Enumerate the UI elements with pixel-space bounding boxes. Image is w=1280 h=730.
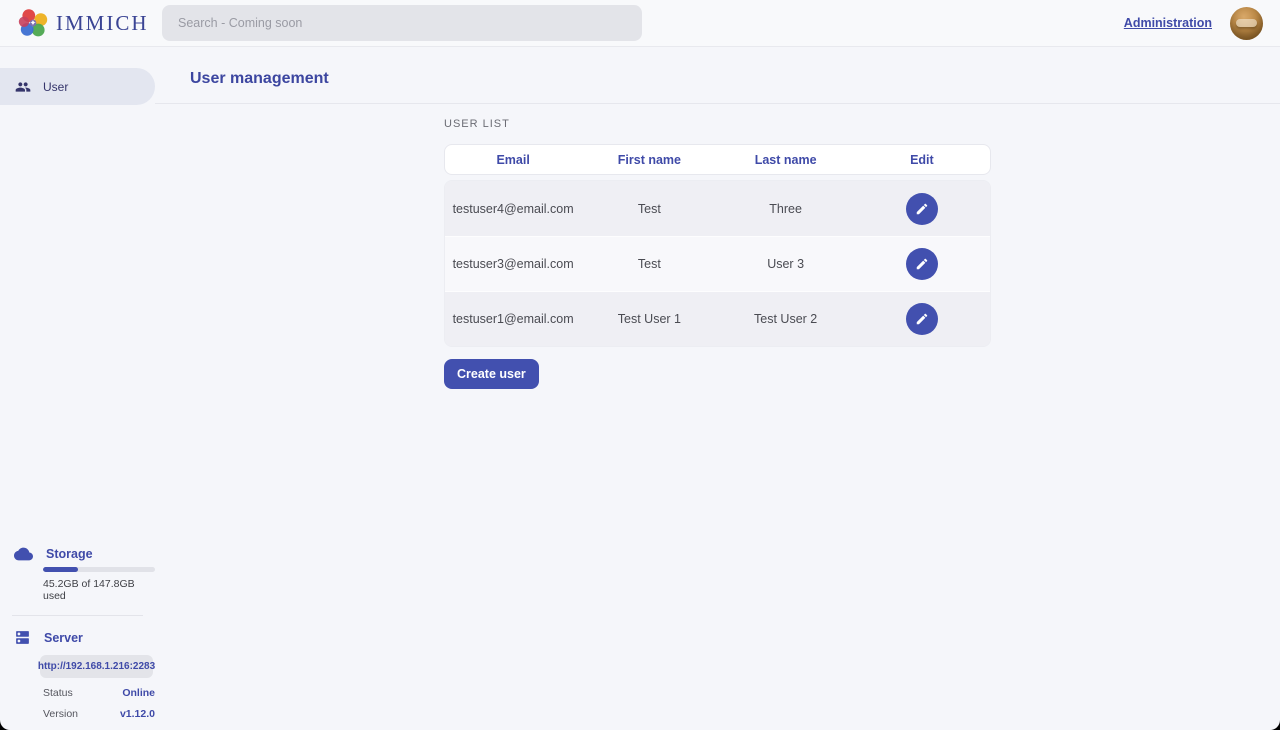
- cell-last-name: User 3: [718, 257, 854, 271]
- sidebar-divider: [12, 615, 143, 616]
- table-row: testuser3@email.com Test User 3: [445, 236, 990, 291]
- server-url-badge: http://192.168.1.216:2283: [40, 655, 153, 678]
- sidebar-bottom: Storage 45.2GB of 147.8GB used Server ht…: [0, 547, 155, 720]
- topbar-right: Administration: [1124, 7, 1280, 40]
- version-label: Version: [43, 708, 78, 720]
- top-bar: ✦ IMMICH Administration: [0, 0, 1280, 47]
- server-status-row: Status Online: [43, 687, 155, 699]
- storage-progress-bar: [43, 567, 155, 572]
- column-header-edit: Edit: [854, 153, 990, 167]
- page-title: User management: [190, 70, 329, 87]
- cell-email: testuser1@email.com: [445, 312, 581, 326]
- pencil-icon: [915, 257, 929, 271]
- server-icon: [14, 629, 31, 646]
- user-list-section: USER LIST Email First name Last name Edi…: [444, 118, 991, 389]
- edit-user-button[interactable]: [906, 193, 938, 225]
- edit-user-button[interactable]: [906, 303, 938, 335]
- administration-link[interactable]: Administration: [1124, 16, 1212, 30]
- cell-last-name: Three: [718, 202, 854, 216]
- cell-first-name: Test: [581, 257, 717, 271]
- status-label: Status: [43, 687, 73, 699]
- immich-flower-icon: ✦: [18, 8, 48, 38]
- column-header-last-name: Last name: [718, 153, 854, 167]
- cloud-icon: [14, 547, 33, 561]
- user-avatar[interactable]: [1230, 7, 1263, 40]
- app-logo[interactable]: ✦ IMMICH: [0, 8, 162, 38]
- server-version-row: Version v1.12.0: [43, 708, 155, 720]
- edit-user-button[interactable]: [906, 248, 938, 280]
- storage-progress-fill: [43, 567, 78, 572]
- page: ✦ IMMICH Administration User: [0, 0, 1280, 730]
- svg-text:✦: ✦: [30, 19, 37, 28]
- storage-usage-text: 45.2GB of 147.8GB used: [43, 578, 155, 602]
- sidebar-item-user[interactable]: User: [0, 68, 155, 105]
- status-value: Online: [122, 687, 155, 699]
- storage-section-header: Storage: [0, 547, 155, 561]
- version-value: v1.12.0: [120, 708, 155, 720]
- cell-edit: [854, 303, 990, 335]
- cell-first-name: Test: [581, 202, 717, 216]
- user-table-body: testuser4@email.com Test Three testuser3…: [444, 180, 991, 347]
- column-header-email: Email: [445, 153, 581, 167]
- brand-name: IMMICH: [56, 11, 149, 36]
- sidebar: User Storage 45.2GB of 147.8GB used: [0, 47, 155, 730]
- table-row: testuser4@email.com Test Three: [445, 181, 990, 236]
- cell-last-name: Test User 2: [718, 312, 854, 326]
- cell-first-name: Test User 1: [581, 312, 717, 326]
- search-input[interactable]: [162, 5, 642, 41]
- pencil-icon: [915, 202, 929, 216]
- server-title: Server: [44, 631, 83, 645]
- table-row: testuser1@email.com Test User 1 Test Use…: [445, 291, 990, 346]
- column-header-first-name: First name: [581, 153, 717, 167]
- cell-email: testuser4@email.com: [445, 202, 581, 216]
- pencil-icon: [915, 312, 929, 326]
- server-section-header: Server: [0, 629, 155, 646]
- cell-edit: [854, 193, 990, 225]
- users-group-icon: [15, 79, 31, 95]
- create-user-button[interactable]: Create user: [444, 359, 539, 389]
- main-area: User management USER LIST Email First na…: [155, 47, 1280, 730]
- sidebar-item-user-label: User: [43, 80, 68, 94]
- cell-edit: [854, 248, 990, 280]
- storage-title: Storage: [46, 547, 93, 561]
- cell-email: testuser3@email.com: [445, 257, 581, 271]
- main-titlebar: User management: [155, 47, 1280, 104]
- user-list-label: USER LIST: [444, 118, 991, 130]
- user-table-header: Email First name Last name Edit: [444, 144, 991, 175]
